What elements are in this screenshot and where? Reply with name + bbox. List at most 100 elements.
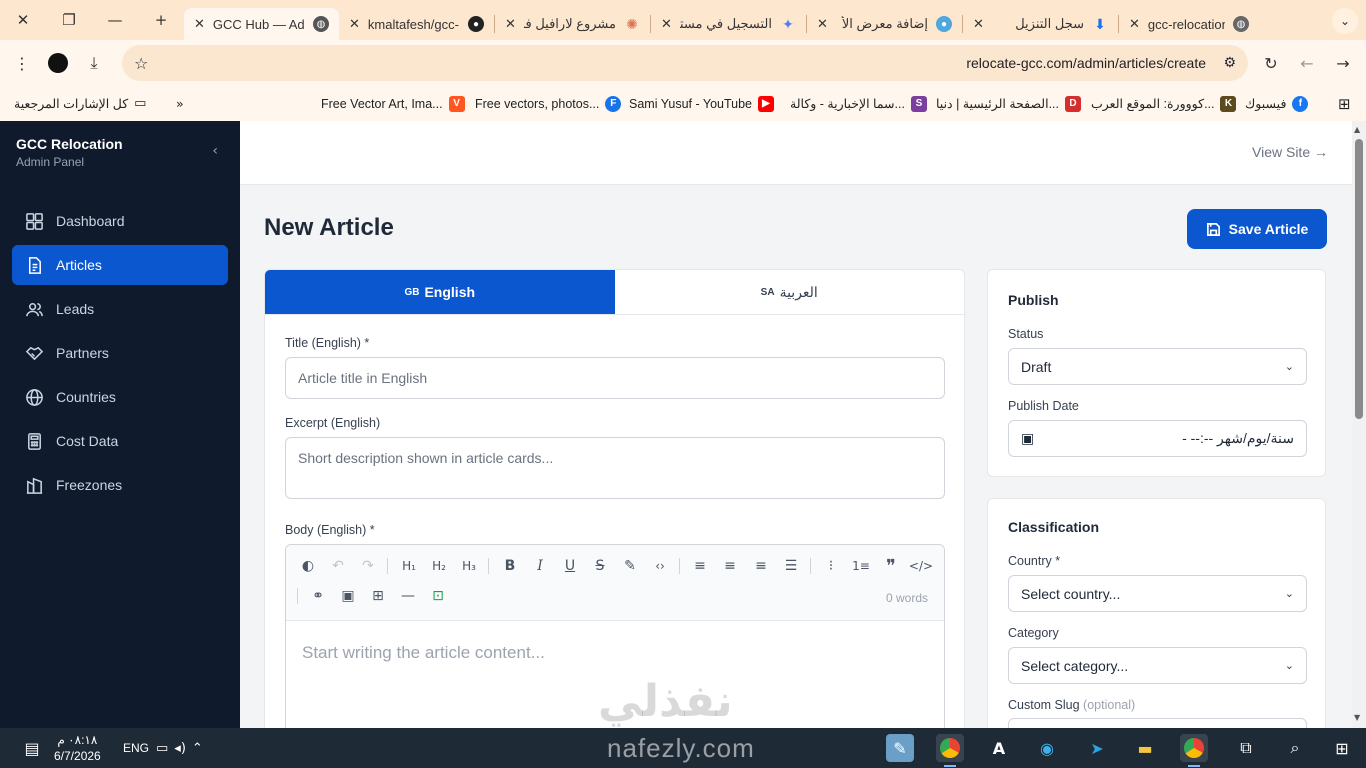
browser-tab[interactable]: ✕ مشروع لارافيل فر ✺ (495, 8, 650, 40)
horizontal-rule-icon[interactable]: — (396, 584, 420, 608)
forward-icon[interactable]: → (1325, 45, 1361, 81)
window-restore-icon[interactable]: ❐ (46, 0, 92, 40)
page-scrollbar[interactable]: ▲ ▼ (1352, 121, 1366, 728)
tab-list-chevron-icon[interactable]: ⌄ (1332, 8, 1358, 34)
view-site-link[interactable]: View Site → (1252, 144, 1328, 160)
sidebar-item-cost-data[interactable]: Cost Data (12, 421, 228, 461)
status-select[interactable]: Draft ⌄ (1008, 348, 1307, 385)
search-icon[interactable]: ⌕ (1281, 734, 1309, 762)
sidebar-item-dashboard[interactable]: Dashboard (12, 201, 228, 241)
strikethrough-icon[interactable]: S (588, 554, 612, 578)
sidebar-item-leads[interactable]: Leads (12, 289, 228, 329)
tab-close-icon[interactable]: ✕ (973, 17, 984, 32)
bookmark-item[interactable]: فيسبوك f (1245, 95, 1309, 112)
inline-code-icon[interactable]: ‹› (648, 554, 672, 578)
window-close-icon[interactable]: ✕ (0, 0, 46, 40)
align-left-icon[interactable]: ≡ (688, 554, 712, 578)
sidebar-item-articles[interactable]: Articles (12, 245, 228, 285)
chrome-icon[interactable] (1180, 734, 1208, 767)
tray-expand-icon[interactable]: ⌃ (192, 741, 203, 756)
bookmark-item[interactable]: Free vectors, photos... F (475, 95, 622, 112)
all-bookmarks[interactable]: كل الإشارات المرجعية ▭ (14, 96, 146, 111)
calendar-icon[interactable]: ▣ (1021, 431, 1034, 447)
scrollbar-thumb[interactable] (1355, 139, 1363, 419)
bullet-list-icon[interactable]: ⁝ (819, 554, 843, 578)
url-text[interactable]: relocate-gcc.com/admin/articles/create (966, 55, 1206, 71)
blockquote-icon[interactable]: ❞ (879, 554, 903, 578)
align-right-icon[interactable]: ≡ (749, 554, 773, 578)
back-icon[interactable]: ← (1289, 45, 1325, 81)
heading2-icon[interactable]: H₂ (427, 554, 451, 578)
windows-start-icon[interactable]: ⊞ (1328, 734, 1356, 762)
profile-avatar-icon[interactable] (40, 45, 76, 81)
site-settings-icon[interactable]: ⚙ (1223, 55, 1236, 71)
browser-tab[interactable]: ✕ gcc-relocation-h ◍ (1119, 8, 1259, 40)
gift-icon[interactable]: ⊡ (426, 584, 450, 608)
highlight-icon[interactable]: ✎ (618, 554, 642, 578)
sidebar-item-partners[interactable]: Partners (12, 333, 228, 373)
apps-grid-icon[interactable]: ⊞ (1338, 95, 1351, 113)
title-input[interactable] (285, 357, 945, 399)
system-clock[interactable]: ٠٨:١٨ م 6/7/2026 (54, 732, 101, 764)
country-select[interactable]: Select country... ⌄ (1008, 575, 1307, 612)
task-view-icon[interactable]: ⧉ (1232, 734, 1260, 762)
tab-close-icon[interactable]: ✕ (817, 17, 828, 32)
system-tray-icons[interactable]: ▭ ◂) ⌃ (156, 728, 203, 768)
collapse-sidebar-icon[interactable]: ‹ (212, 143, 218, 159)
address-bar[interactable]: ☆ relocate-gcc.com/admin/articles/create… (122, 45, 1248, 81)
bookmark-item[interactable]: سما الإخبارية - وكالة... S (790, 95, 927, 112)
paint-app-icon[interactable]: ✎ (886, 734, 914, 762)
notifications-icon[interactable]: ▤ (18, 734, 46, 762)
browser-tab[interactable]: ✕ سجل التنزيل ⬇ (963, 8, 1118, 40)
scroll-up-icon[interactable]: ▲ (1354, 125, 1360, 134)
chrome-profile-icon[interactable] (936, 734, 964, 767)
excerpt-textarea[interactable] (285, 437, 945, 499)
link-icon[interactable]: ⚭ (306, 584, 330, 608)
bold-icon[interactable]: B (498, 554, 522, 578)
bookmark-item[interactable]: كووورة: الموقع العرب... K (1091, 95, 1237, 112)
browser-tab[interactable]: ✕ kmaltafesh/gcc- ● (339, 8, 494, 40)
bookmark-item[interactable]: Free Vector Art, Ima... V (321, 95, 465, 112)
custom-slug-input[interactable] (1008, 718, 1307, 728)
tab-arabic[interactable]: SA العربية (615, 270, 965, 314)
window-minimize-icon[interactable]: — (92, 0, 138, 40)
table-icon[interactable]: ⊞ (366, 584, 390, 608)
image-icon[interactable]: ▣ (336, 584, 360, 608)
bookmarks-overflow-icon[interactable]: » (176, 96, 184, 111)
input-language[interactable]: ENG (123, 728, 149, 768)
telegram-icon[interactable]: ➤ (1083, 734, 1111, 762)
tab-close-icon[interactable]: ✕ (194, 17, 205, 32)
publish-date-input[interactable]: ▣ سنة/يوم/شهر --:-- - (1008, 420, 1307, 457)
browser-tab[interactable]: ✕ التسجيل في مستـ ✦ (651, 8, 806, 40)
align-justify-icon[interactable]: ☰ (779, 554, 803, 578)
ordered-list-icon[interactable]: 1≡ (849, 554, 873, 578)
tab-close-icon[interactable]: ✕ (661, 17, 672, 32)
tab-close-icon[interactable]: ✕ (349, 17, 360, 32)
tab-english[interactable]: GB English (265, 270, 615, 314)
adobe-app-icon[interactable]: A (985, 734, 1013, 762)
bookmark-star-icon[interactable]: ☆ (134, 54, 148, 73)
category-select[interactable]: Select category... ⌄ (1008, 647, 1307, 684)
sidebar-item-freezones[interactable]: Freezones (12, 465, 228, 505)
heading3-icon[interactable]: H₃ (457, 554, 481, 578)
redo-icon[interactable]: ↷ (356, 554, 380, 578)
underline-icon[interactable]: U (558, 554, 582, 578)
tab-close-icon[interactable]: ✕ (505, 17, 516, 32)
save-article-button[interactable]: Save Article (1187, 209, 1327, 249)
sidebar-item-countries[interactable]: Countries (12, 377, 228, 417)
new-tab-icon[interactable]: + (138, 0, 184, 40)
scroll-down-icon[interactable]: ▼ (1354, 713, 1360, 722)
align-center-icon[interactable]: ≡ (718, 554, 742, 578)
italic-icon[interactable]: I (528, 554, 552, 578)
downloads-icon[interactable]: ⤓ (76, 45, 112, 81)
file-explorer-icon[interactable]: ▬ (1131, 734, 1159, 762)
browser-tab[interactable]: ✕ إضافة معرض الأ ● (807, 8, 962, 40)
volume-icon[interactable]: ◂) (174, 741, 186, 756)
bookmark-item[interactable]: الصفحة الرئيسية | دنيا... D (936, 95, 1081, 112)
palette-icon[interactable]: ◐ (296, 554, 320, 578)
edge-icon[interactable]: ◉ (1033, 734, 1061, 762)
reload-icon[interactable]: ↻ (1253, 45, 1289, 81)
browser-tab-active[interactable]: ✕ GCC Hub — Admin ◍ (184, 8, 339, 40)
tab-close-icon[interactable]: ✕ (1129, 17, 1140, 32)
menu-dots-icon[interactable]: ⋮ (4, 45, 40, 81)
